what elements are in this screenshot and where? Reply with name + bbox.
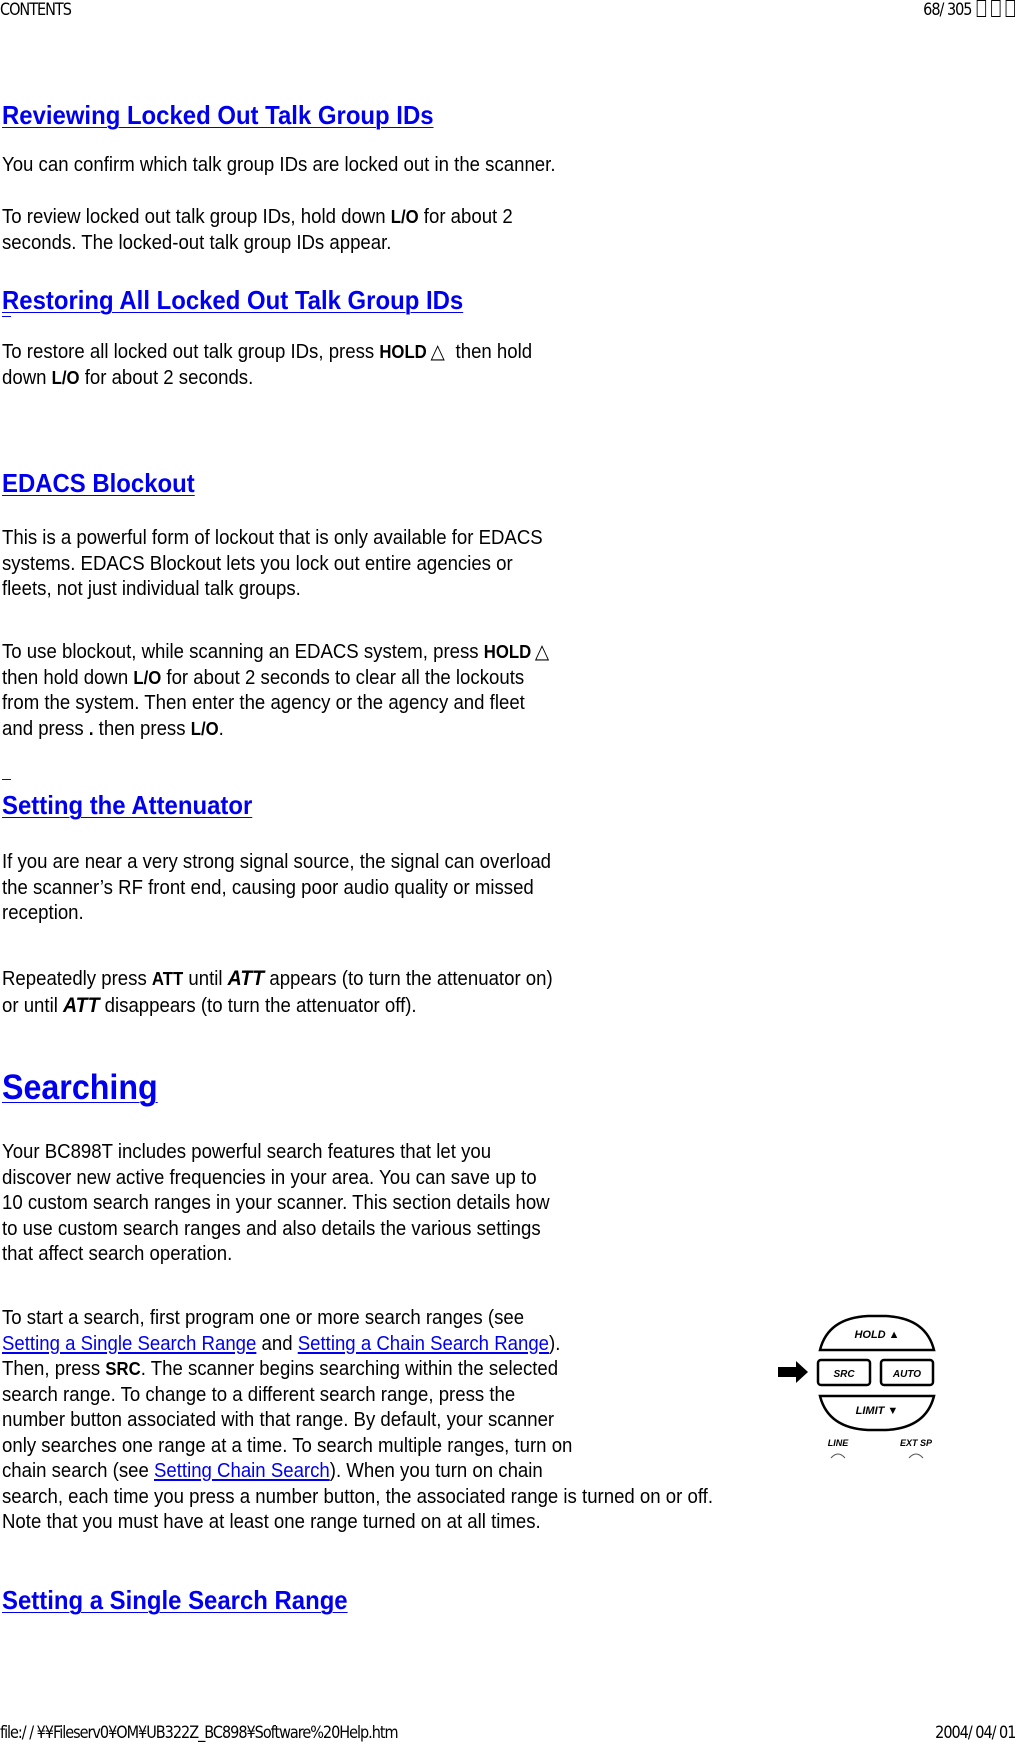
text: fleets, not just individual talk groups. <box>2 578 301 600</box>
text: disappears (to turn the attenuator off). <box>99 994 417 1017</box>
text: Then, press <box>2 1358 106 1380</box>
text: then hold down <box>2 666 134 689</box>
key-label: L/O <box>51 367 80 388</box>
missing-glyph-icon <box>1005 0 1015 17</box>
heading-setting-attenuator[interactable]: Setting the Attenuator <box>2 790 252 821</box>
text: Your BC898T includes powerful search fea… <box>2 1141 492 1163</box>
src-button: SRC <box>816 1358 872 1387</box>
text: then press <box>93 717 191 740</box>
hold-label: HOLD ▲ <box>854 1329 899 1341</box>
text: down <box>2 366 52 389</box>
paragraph: If you are near a very strong signal sou… <box>2 850 551 927</box>
text: Note that you must have at least one ran… <box>2 1511 541 1533</box>
anchor-mark <box>2 316 11 317</box>
text: To use blockout, while scanning an EDACS… <box>2 641 484 663</box>
text: 10 custom search ranges in your scanner.… <box>2 1192 550 1214</box>
display-indicator: ATT <box>227 967 265 990</box>
text: for about 2 seconds to clear all the loc… <box>161 666 525 689</box>
key-label: L/O <box>390 207 419 227</box>
line-jack-label: LINE <box>828 1438 849 1448</box>
text: the scanner’s RF front end, causing poor… <box>2 876 534 899</box>
footer-date: 2004/ 04/ 01 <box>934 1723 1015 1743</box>
arrow-right-icon <box>778 1361 808 1383</box>
text: search, each time you press a number but… <box>2 1485 714 1508</box>
text: . <box>218 717 224 740</box>
text: systems. EDACS Blockout lets you lock ou… <box>2 552 513 575</box>
key-label: SRC <box>105 1359 141 1379</box>
paragraph: To start a search, first program one or … <box>2 1306 713 1536</box>
limit-button: LIMIT ▼ <box>818 1394 936 1432</box>
link-setting-chain-search[interactable]: Setting Chain Search <box>154 1460 330 1482</box>
text: or until <box>2 994 64 1017</box>
line-jack-icon <box>830 1453 846 1459</box>
header-page-indicator: 68/ 305 <box>923 0 1015 20</box>
text: chain search (see <box>2 1460 154 1482</box>
paragraph: To review locked out talk group IDs, hol… <box>2 205 513 256</box>
anchor-mark <box>2 779 11 780</box>
text: To review locked out talk group IDs, hol… <box>2 206 391 228</box>
text: ). <box>549 1332 561 1355</box>
text: appears (to turn the attenuator on) <box>264 968 553 990</box>
display-indicator: ATT <box>63 993 100 1017</box>
text: then hold <box>450 341 533 363</box>
text: ). When you turn on chain <box>329 1460 543 1482</box>
scanner-button-panel-illustration: HOLD ▲ SRC AUTO LIMIT ▼ LINE EXT SP <box>778 1310 968 1460</box>
text: and <box>256 1332 298 1355</box>
key-label: L/O <box>190 718 219 739</box>
paragraph: This is a powerful form of lockout that … <box>2 526 543 603</box>
ext-sp-jack-label: EXT SP <box>900 1438 933 1448</box>
paragraph: Your BC898T includes powerful search fea… <box>2 1140 550 1268</box>
header-contents-label: CONTENTS <box>0 0 72 20</box>
text: that affect search operation. <box>2 1243 233 1265</box>
text: seconds. The locked-out talk group IDs a… <box>2 231 392 254</box>
hold-button: HOLD ▲ <box>818 1314 936 1352</box>
paragraph: To use blockout, while scanning an EDACS… <box>2 640 555 742</box>
page-total: 305 <box>947 0 973 20</box>
text: discover new active frequencies in your … <box>2 1166 537 1189</box>
limit-label: LIMIT ▼ <box>856 1405 899 1417</box>
text: search range. To change to a different s… <box>2 1383 516 1406</box>
text: . The scanner begins searching within th… <box>140 1358 559 1380</box>
text: until <box>183 968 228 990</box>
key-label: L/O <box>133 667 162 688</box>
text: number button associated with that range… <box>2 1409 555 1431</box>
ext-sp-jack-icon <box>908 1453 924 1459</box>
paragraph: You can confirm which talk group IDs are… <box>2 154 556 176</box>
text: to use custom search ranges and also det… <box>2 1217 541 1240</box>
text: for about 2 seconds. <box>79 366 254 389</box>
text: for about 2 <box>418 206 513 228</box>
link-setting-single-search-range[interactable]: Setting a Single Search Range <box>2 1333 256 1355</box>
missing-glyph-icon <box>976 0 987 17</box>
heading-restoring-locked-out[interactable]: Restoring All Locked Out Talk Group IDs <box>2 285 463 316</box>
text: reception. <box>2 902 84 924</box>
text: Repeatedly press <box>2 968 152 990</box>
panel-svg: HOLD ▲ SRC AUTO LIMIT ▼ LINE EXT SP <box>778 1314 936 1459</box>
triangle-up-icon: △ <box>534 641 550 663</box>
text: To restore all locked out talk group IDs… <box>2 341 380 363</box>
key-label: ATT <box>151 969 184 989</box>
heading-searching[interactable]: Searching <box>2 1068 158 1108</box>
auto-label: AUTO <box>892 1369 921 1380</box>
triangle-up-icon: △ <box>430 341 445 363</box>
text: To start a search, first program one or … <box>2 1307 525 1329</box>
key-label: HOLD <box>483 642 532 662</box>
footer-file-path: file:/ / ¥¥Fileserv0¥OM¥UB322Z_BC898¥Sof… <box>0 1723 399 1743</box>
heading-setting-single-search-range[interactable]: Setting a Single Search Range <box>2 1585 348 1616</box>
text: only searches one range at a time. To se… <box>2 1434 573 1457</box>
page-current: 68 <box>923 0 940 20</box>
paragraph: Repeatedly press ATT until ATT appears (… <box>2 966 553 1019</box>
heading-reviewing-locked-out[interactable]: Reviewing Locked Out Talk Group IDs <box>2 100 434 131</box>
auto-button: AUTO <box>879 1358 935 1387</box>
link-setting-chain-search-range[interactable]: Setting a Chain Search Range <box>298 1333 549 1355</box>
text: and press <box>2 717 89 740</box>
key-label: HOLD <box>379 342 427 362</box>
paragraph: To restore all locked out talk group IDs… <box>2 340 532 391</box>
text: from the system. Then enter the agency o… <box>2 692 525 714</box>
src-label: SRC <box>833 1369 855 1380</box>
text: This is a powerful form of lockout that … <box>2 527 543 549</box>
text: If you are near a very strong signal sou… <box>2 851 552 873</box>
heading-edacs-blockout[interactable]: EDACS Blockout <box>2 468 195 499</box>
missing-glyph-icon <box>991 0 1001 17</box>
